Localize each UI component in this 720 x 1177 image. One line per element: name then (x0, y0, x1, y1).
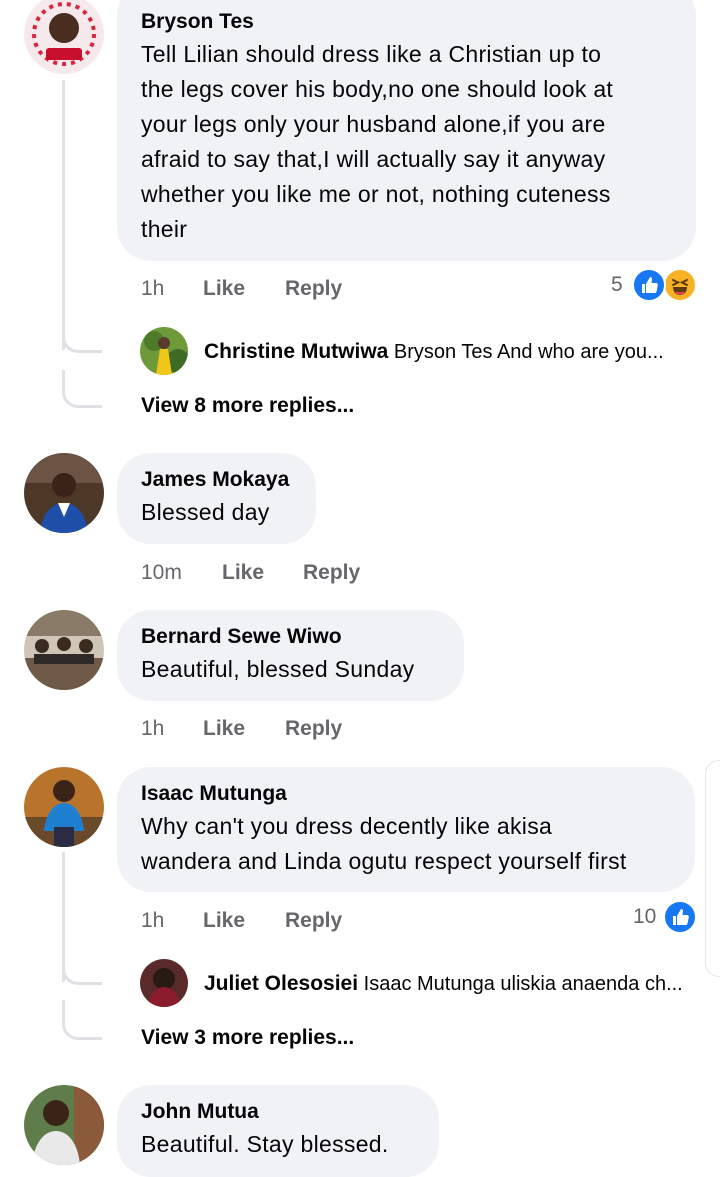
reply-author[interactable]: Juliet Olesosiei (204, 972, 358, 995)
comment-timestamp[interactable]: 10m (141, 561, 182, 585)
like-icon (632, 268, 666, 302)
haha-icon (663, 268, 697, 302)
reaction-count: 5 (611, 273, 623, 296)
view-more-replies-link[interactable]: View 3 more replies... (141, 1026, 354, 1050)
reply-text: Isaac Mutunga uliskia anaenda ch... (363, 973, 683, 995)
comment-bubble: John Mutua Beautiful. Stay blessed. (117, 1085, 439, 1177)
comment-author[interactable]: John Mutua (141, 1100, 415, 1124)
thread-line (62, 80, 65, 350)
avatar-image (24, 1085, 104, 1165)
avatar[interactable] (24, 610, 104, 690)
reply-button[interactable]: Reply (285, 277, 342, 301)
thread-connector (62, 320, 102, 353)
like-button[interactable]: Like (203, 277, 245, 301)
thread-connector (62, 370, 102, 408)
avatar[interactable] (24, 453, 104, 533)
comment-timestamp[interactable]: 1h (141, 277, 164, 301)
reply-text: Bryson Tes And who are you... (393, 341, 664, 363)
avatar[interactable] (24, 767, 104, 847)
comment-bubble: Isaac Mutunga Why can't you dress decent… (117, 767, 695, 892)
comment-bubble: Bernard Sewe Wiwo Beautiful, blessed Sun… (117, 610, 464, 701)
avatar-image (24, 453, 104, 533)
comment-timestamp[interactable]: 1h (141, 717, 164, 741)
comment-text: Beautiful, blessed Sunday (141, 656, 415, 682)
like-button[interactable]: Like (203, 717, 245, 741)
reply-button[interactable]: Reply (285, 909, 342, 933)
avatar-image (24, 0, 104, 74)
reply-preview[interactable]: Juliet Olesosiei Isaac Mutunga uliskia a… (204, 972, 700, 996)
like-button[interactable]: Like (203, 909, 245, 933)
comment-text: Blessed day (141, 499, 270, 525)
reply-author[interactable]: Christine Mutwiwa (204, 340, 388, 363)
avatar-image (24, 610, 104, 690)
reaction-count: 10 (633, 905, 657, 928)
comment-text: Tell Lilian should dress like a Christia… (141, 41, 614, 242)
scroll-handle[interactable] (705, 760, 720, 977)
reply-preview[interactable]: Christine Mutwiwa Bryson Tes And who are… (204, 340, 700, 364)
avatar[interactable] (140, 959, 188, 1007)
comment-text: Why can't you dress decently like akisa … (141, 813, 627, 874)
avatar[interactable] (24, 0, 104, 74)
comment-text: Beautiful. Stay blessed. (141, 1131, 389, 1157)
avatar-image (140, 959, 188, 1007)
reply-button[interactable]: Reply (285, 717, 342, 741)
thread-connector (62, 950, 102, 985)
comment-bubble: Bryson Tes Tell Lilian should dress like… (117, 0, 696, 261)
comment-author[interactable]: Bryson Tes (141, 10, 672, 34)
comment-timestamp[interactable]: 1h (141, 909, 164, 933)
avatar-image (140, 327, 188, 375)
comment-bubble: James Mokaya Blessed day (117, 453, 316, 544)
comment-author[interactable]: Bernard Sewe Wiwo (141, 625, 440, 649)
like-icon (663, 900, 697, 934)
avatar[interactable] (140, 327, 188, 375)
comment-author[interactable]: James Mokaya (141, 468, 292, 492)
reply-button[interactable]: Reply (303, 561, 360, 585)
avatar[interactable] (24, 1085, 104, 1165)
thread-connector (62, 1000, 102, 1040)
comment-author[interactable]: Isaac Mutunga (141, 782, 671, 806)
avatar-image (24, 767, 104, 847)
view-more-replies-link[interactable]: View 8 more replies... (141, 394, 354, 418)
like-button[interactable]: Like (222, 561, 264, 585)
